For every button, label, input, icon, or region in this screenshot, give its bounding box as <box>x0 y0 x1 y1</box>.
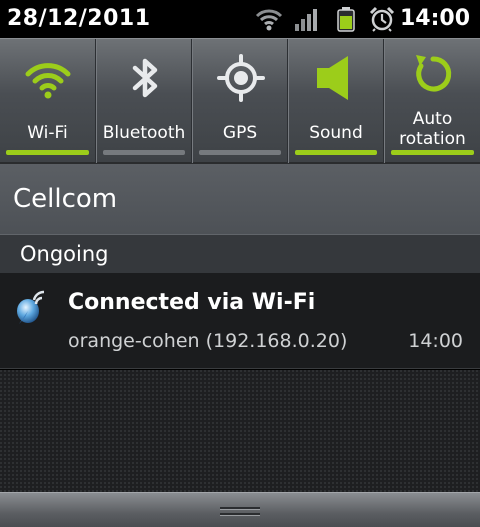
sound-status-indicator <box>295 150 377 155</box>
gps-icon <box>217 54 265 102</box>
gps-label: GPS <box>222 123 258 143</box>
gps-toggle[interactable]: GPS <box>192 39 288 163</box>
auto-rotation-status-indicator <box>391 150 474 155</box>
bluetooth-toggle[interactable]: Bluetooth <box>96 39 192 163</box>
cell-signal-icon <box>295 9 317 31</box>
quick-settings-panel: Wi-Fi Bluetooth GPS Sound Auto rotation <box>0 38 480 164</box>
carrier-name: Cellcom <box>13 184 118 214</box>
carrier-row: Cellcom <box>0 164 480 234</box>
grip-icon <box>220 507 260 517</box>
status-date: 28/12/2011 <box>7 6 151 31</box>
sound-toggle[interactable]: Sound <box>288 39 384 163</box>
wifi-label: Wi-Fi <box>27 123 68 143</box>
bluetooth-status-indicator <box>103 150 185 155</box>
notification-title: Connected via Wi-Fi <box>68 290 316 315</box>
ongoing-section-header: Ongoing <box>0 234 480 273</box>
sound-label: Sound <box>309 123 363 143</box>
auto-rotation-label-line2: rotation <box>399 129 466 149</box>
wifi-signal-icon <box>255 9 283 31</box>
status-bar: 28/12/2011 14:00 <box>0 0 480 38</box>
auto-rotation-label: Auto rotation <box>385 109 480 149</box>
wifi-connected-notification[interactable]: Connected via Wi-Fi orange-cohen (192.16… <box>0 273 480 369</box>
battery-icon <box>337 7 355 32</box>
section-title: Ongoing <box>20 242 109 266</box>
auto-rotate-icon <box>416 55 452 92</box>
auto-rotation-label-line1: Auto <box>412 109 453 129</box>
bluetooth-label: Bluetooth <box>102 123 186 143</box>
gps-status-indicator <box>199 150 281 155</box>
wifi-toggle[interactable]: Wi-Fi <box>0 39 96 163</box>
wifi-icon <box>25 63 71 99</box>
alarm-clock-icon <box>369 6 395 32</box>
bluetooth-icon <box>132 58 158 98</box>
speaker-icon <box>317 56 348 100</box>
wifi-status-indicator <box>6 150 89 155</box>
notification-drag-handle[interactable] <box>0 492 480 527</box>
notification-panel-background <box>0 370 480 492</box>
notification-text: orange-cohen (192.168.0.20) <box>68 330 348 352</box>
wifi-connected-notification-icon <box>17 290 45 324</box>
status-time: 14:00 <box>399 6 470 31</box>
notification-time: 14:00 <box>408 330 463 352</box>
auto-rotation-toggle[interactable]: Auto rotation <box>384 39 480 163</box>
